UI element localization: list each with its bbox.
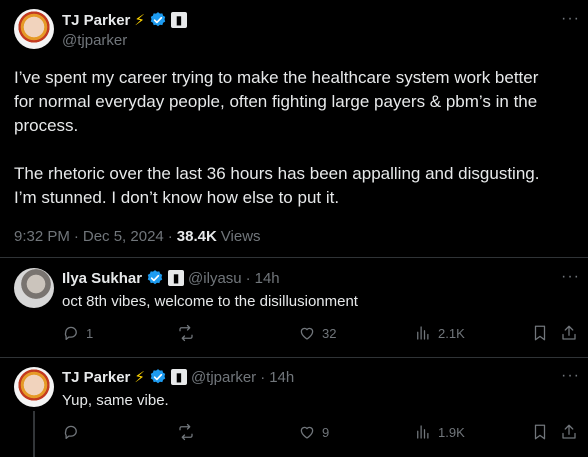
reply-avatar[interactable] (14, 268, 54, 308)
affiliate-badge-icon[interactable]: ▮ (170, 12, 187, 28)
repost-icon (179, 423, 193, 441)
separator-dot: · (73, 228, 79, 245)
tweet-time[interactable]: 9:32 PM (14, 228, 70, 245)
affiliate-badge-icon[interactable]: ▮ (170, 369, 187, 385)
repost-button[interactable] (177, 423, 201, 441)
reply-text: Yup, same vibe. (62, 392, 169, 409)
reply-handle[interactable]: @ilyasu (188, 270, 242, 287)
share-button[interactable] (560, 423, 578, 441)
separator-dot: · (245, 269, 251, 287)
reply-button[interactable]: 1 (62, 324, 93, 342)
like-icon (300, 426, 314, 439)
share-icon (562, 424, 576, 439)
reply-avatar[interactable] (14, 367, 54, 407)
like-icon (300, 327, 314, 340)
reply-icon (64, 425, 77, 440)
verified-badge-icon[interactable] (149, 11, 167, 29)
bolt-emoji: ⚡ (134, 11, 145, 29)
reply-button[interactable] (62, 423, 86, 441)
like-count: 32 (322, 325, 337, 341)
bolt-emoji: ⚡ (134, 368, 145, 386)
reply-name-row: Ilya Sukhar ▮ @ilyasu · 14h (62, 269, 280, 287)
reply-count: 1 (86, 325, 94, 341)
views-label: Views (220, 228, 261, 245)
reply-display-name[interactable]: Ilya Sukhar (62, 270, 142, 287)
share-icon (562, 325, 576, 340)
tweet-text: I’ve spent my career trying to make the … (14, 68, 540, 207)
author-display-name[interactable]: TJ Parker (62, 12, 130, 29)
tweet-date[interactable]: Dec 5, 2024 (83, 228, 164, 245)
reply-icon (64, 326, 77, 341)
views-icon (417, 425, 429, 439)
verified-badge-icon[interactable] (146, 269, 164, 287)
divider (0, 357, 588, 358)
author-name-row: TJ Parker ⚡ ▮ (62, 11, 187, 29)
more-icon[interactable]: ··· (561, 367, 580, 385)
reply-name-row: TJ Parker ⚡ ▮ @tjparker · 14h (62, 368, 294, 386)
bookmark-icon (534, 424, 546, 440)
more-icon[interactable]: ··· (561, 268, 580, 286)
reply-display-name[interactable]: TJ Parker (62, 369, 130, 386)
author-handle[interactable]: @tjparker (62, 32, 127, 49)
like-button[interactable]: 32 (298, 324, 336, 342)
separator-dot: · (260, 368, 266, 386)
like-button[interactable]: 9 (298, 423, 329, 441)
reply-text: oct 8th vibes, welcome to the disillusio… (62, 293, 358, 310)
share-button[interactable] (560, 324, 578, 342)
author-avatar[interactable] (14, 9, 54, 49)
reply-actions: 9 1.9K (62, 423, 586, 445)
affiliate-badge-icon[interactable]: ▮ (168, 270, 185, 286)
tweet-meta: 9:32 PM · Dec 5, 2024 · 38.4K Views (14, 228, 261, 245)
bookmark-button[interactable] (531, 324, 549, 342)
views-button[interactable]: 1.9K (414, 423, 465, 441)
views-icon (417, 326, 429, 340)
views-count: 2.1K (438, 325, 465, 341)
views-count[interactable]: 38.4K (177, 228, 217, 245)
verified-badge-icon[interactable] (149, 368, 167, 386)
bookmark-icon (534, 325, 546, 341)
repost-icon (179, 324, 193, 342)
more-icon[interactable]: ··· (561, 10, 580, 28)
main-tweet: TJ Parker ⚡ ▮ @tjparker ··· I’ve spent m… (0, 0, 588, 257)
views-button[interactable]: 2.1K (414, 324, 465, 342)
reply-actions: 1 32 2.1K (62, 324, 586, 346)
repost-button[interactable] (177, 324, 201, 342)
thread-line (33, 411, 35, 457)
reply-handle[interactable]: @tjparker (191, 369, 256, 386)
divider (0, 257, 588, 258)
like-count: 9 (322, 424, 330, 440)
reply-age[interactable]: 14h (269, 369, 294, 386)
views-count: 1.9K (438, 424, 465, 440)
bookmark-button[interactable] (531, 423, 549, 441)
reply-age[interactable]: 14h (255, 270, 280, 287)
separator-dot: · (167, 228, 173, 245)
